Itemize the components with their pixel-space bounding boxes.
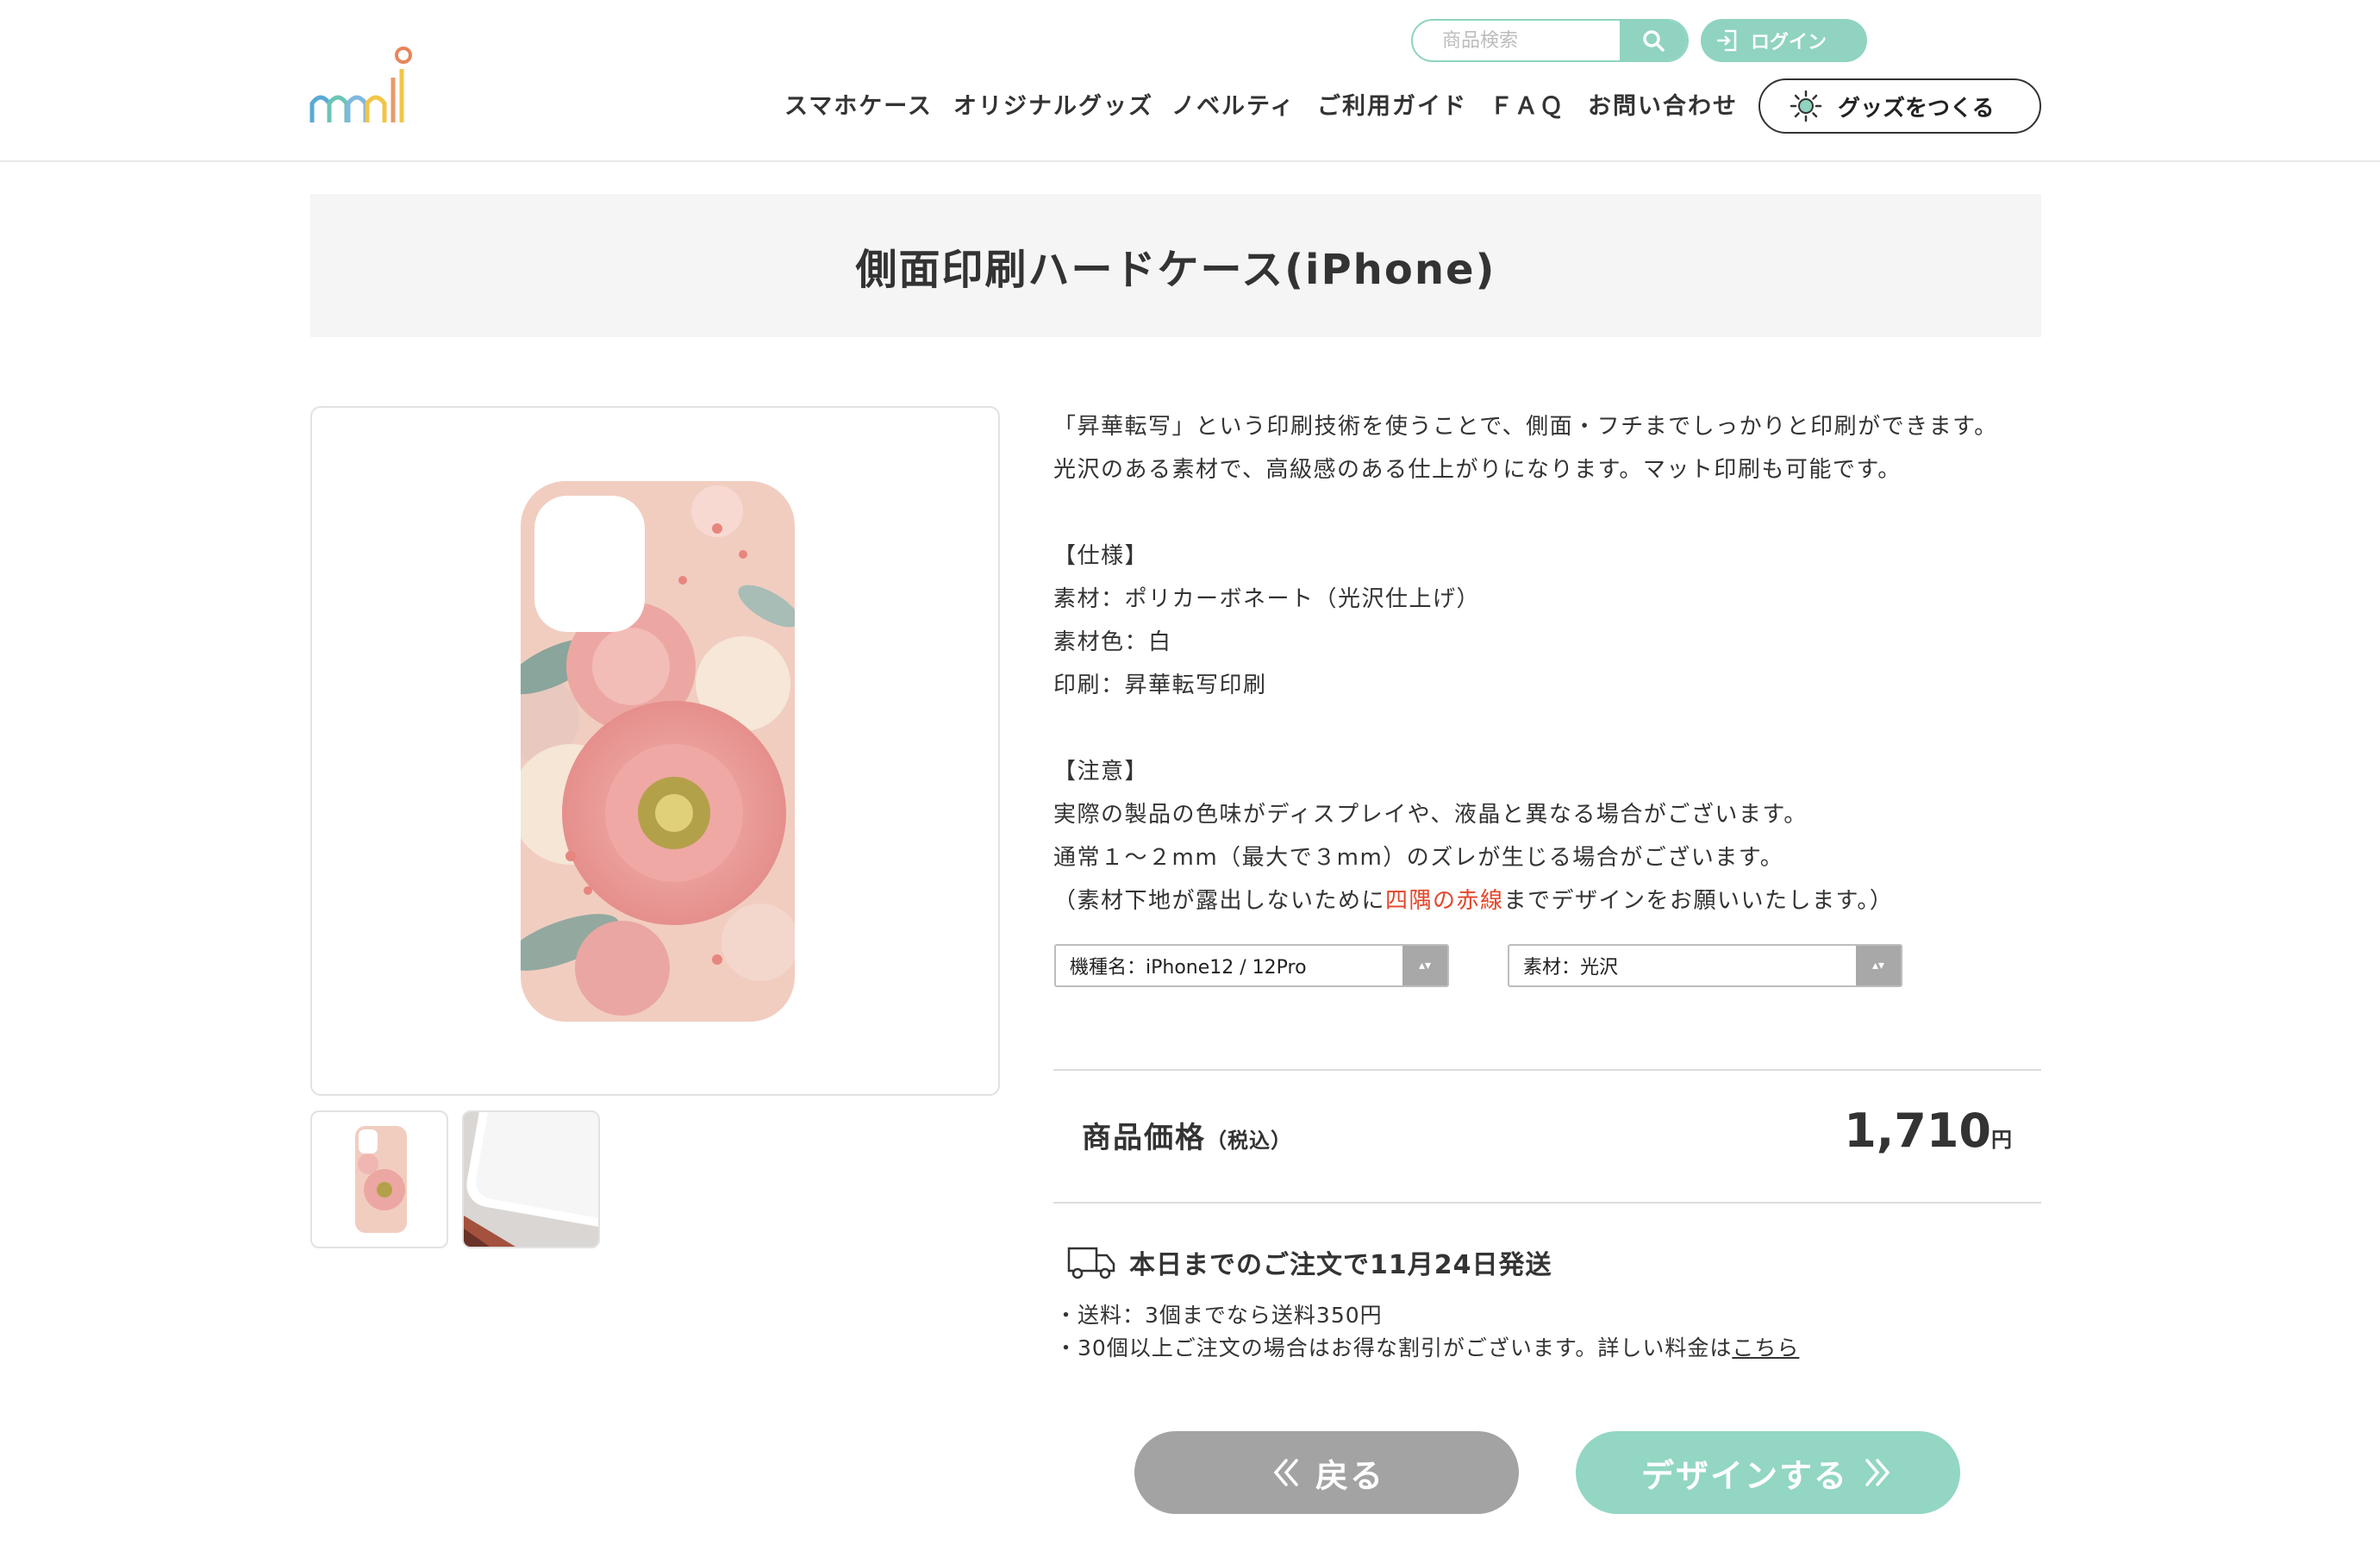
site-header: ログイン スマホケース オリジナルグッズ ノベルティ ご利用ガイド ＦＡＱ お問… [0,0,2380,162]
nav-contact[interactable]: お問い合わせ [1588,86,1738,128]
material-select-value: 素材：光沢 [1523,957,1619,979]
notice-heading: 【注意】 [1053,759,1149,785]
title-band: 側面印刷ハードケース(iPhone) [310,194,2041,337]
price-label: 商品価格（税込） [1082,1114,1292,1156]
divider [1053,1202,2041,1204]
back-label: 戻る [1315,1456,1384,1495]
model-select[interactable]: 機種名：iPhone12 / 12Pro ▴▾ [1054,944,1449,987]
nav-faq[interactable]: ＦＡＱ [1490,86,1565,128]
model-select-value: 機種名：iPhone12 / 12Pro [1070,957,1307,979]
page-title: 側面印刷ハードケース(iPhone) [855,246,1496,294]
spec-heading: 【仕様】 [1053,543,1149,569]
shipping-fee-line: ・送料：3個までなら送料350円 [1055,1303,1383,1328]
nav-original-goods[interactable]: オリジナルグッズ [953,86,1153,128]
double-chevron-right-icon [1860,1455,1895,1490]
spec-material: 素材：ポリカーボネート（光沢仕上げ） [1053,586,1481,612]
back-button[interactable]: 戻る [1134,1431,1519,1514]
price-number: 1,710 [1844,1104,1991,1158]
pricing-link[interactable]: こちら [1732,1335,1799,1360]
truck-icon [1067,1245,1115,1279]
make-goods-label: グッズをつくる [1838,95,1995,122]
nav-user-guide[interactable]: ご利用ガイド [1317,86,1467,128]
price-label-text: 商品価格 [1082,1121,1206,1155]
search-icon [1643,30,1665,52]
description-line: 光沢のある素材で、高級感のある仕上がりになります。マット印刷も可能です。 [1053,457,1902,483]
thumbnail-edge-image [464,1112,598,1247]
design-label: デザインする [1640,1456,1848,1495]
search-button[interactable] [1620,21,1687,60]
shipping-headline-text: 本日までのご注文で11月24日発送 [1129,1250,1552,1280]
design-button[interactable]: デザインする [1576,1431,1960,1514]
material-select[interactable]: 素材：光沢 ▴▾ [1508,944,1902,987]
nav-smartphone-case[interactable]: スマホケース [784,86,933,128]
make-goods-button[interactable]: グッズをつくる [1758,78,2041,134]
spec-printing: 印刷：昇華転写印刷 [1053,672,1267,698]
thumbnail-case-edge[interactable] [462,1110,600,1248]
spec-material-color: 素材色：白 [1053,629,1172,655]
thumbnail-case-image [355,1126,407,1233]
dropdown-arrow-icon: ▴▾ [1856,946,1901,985]
description-line [1053,491,2036,535]
login-button[interactable]: ログイン [1701,19,1867,62]
product-main-image [310,406,1000,1096]
price-unit: 円 [1991,1128,2012,1152]
description-line: 「昇華転写」という印刷技術を使うことで、側面・フチまでしっかりと印刷ができます。 [1053,414,1998,440]
search-input[interactable] [1413,21,1620,60]
login-icon [1715,28,1739,53]
notice-prefix: （素材下地が露出しないために [1053,888,1386,914]
shipping-discount-text: ・30個以上ご注文の場合はお得な割引がございます。詳しい料金は [1055,1335,1733,1360]
product-description: 「昇華転写」という印刷技術を使うことで、側面・フチまでしっかりと印刷ができます。… [1053,405,2036,922]
site-logo[interactable] [309,43,421,126]
notice-line: 通常１～２mm（最大で３mm）のズレが生じる場合がございます。 [1053,845,1784,871]
phone-case-image [521,481,795,1022]
login-label: ログイン [1751,32,1827,53]
price-value: 1,710円 [1844,1104,2012,1158]
nav-novelty[interactable]: ノベルティ [1171,86,1295,128]
dropdown-arrow-icon: ▴▾ [1402,946,1447,985]
sun-icon [1790,90,1822,122]
divider [1053,1069,2041,1071]
search-box [1411,19,1689,62]
notice-corner-line: （素材下地が露出しないために四隅の赤線までデザインをお願いいたします。） [1053,879,2036,922]
notice-line: 実際の製品の色味がディスプレイや、液晶と異なる場合がございます。 [1053,802,1808,828]
notice-highlight: 四隅の赤線 [1385,888,1504,914]
notice-suffix: までデザインをお願いいたします。） [1503,888,1894,914]
double-chevron-left-icon [1269,1455,1303,1490]
shipping-headline: 本日までのご注文で11月24日発送 [1067,1243,1552,1281]
shipping-discount-line: ・30個以上ご注文の場合はお得な割引がございます。詳しい料金はこちら [1055,1331,1799,1362]
description-line [1053,707,2036,750]
price-tax-note: （税込） [1206,1129,1292,1153]
thumbnail-case[interactable] [310,1110,448,1248]
